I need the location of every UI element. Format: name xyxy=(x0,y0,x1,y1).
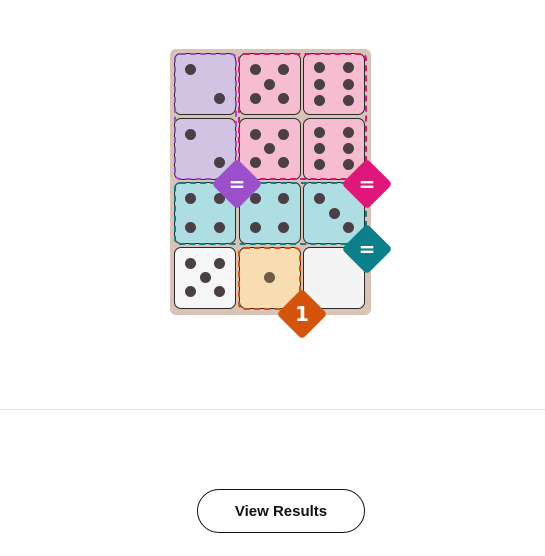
pip xyxy=(185,128,197,140)
board-cell[interactable] xyxy=(174,246,236,314)
section-divider xyxy=(0,409,545,410)
pip xyxy=(185,64,197,76)
pip xyxy=(278,128,290,140)
pip xyxy=(249,92,261,104)
pip xyxy=(185,257,197,269)
pip xyxy=(342,126,354,138)
pip xyxy=(278,193,290,205)
pip xyxy=(314,159,326,171)
pip xyxy=(185,286,197,298)
pip xyxy=(213,92,225,104)
pip xyxy=(185,221,197,233)
pip xyxy=(264,143,275,154)
pip xyxy=(314,143,326,154)
pip xyxy=(328,207,340,219)
pip xyxy=(314,94,326,106)
pip xyxy=(264,78,275,90)
pip xyxy=(278,157,290,169)
pip xyxy=(185,193,197,205)
pip xyxy=(249,221,261,233)
pip xyxy=(314,126,326,138)
pip xyxy=(342,78,354,90)
constraint-label: = xyxy=(228,172,246,196)
board-cell[interactable] xyxy=(238,53,301,120)
pip xyxy=(199,272,211,283)
board-cell[interactable] xyxy=(174,53,236,120)
pip xyxy=(342,62,354,74)
constraint-label: = xyxy=(358,172,376,196)
pip xyxy=(264,272,275,283)
pip xyxy=(342,143,354,154)
pip xyxy=(278,64,290,76)
pip xyxy=(314,193,326,205)
pip xyxy=(314,62,326,74)
pip xyxy=(249,128,261,140)
pip xyxy=(314,78,326,90)
pip xyxy=(342,94,354,106)
board-cell[interactable] xyxy=(303,53,365,120)
pip xyxy=(213,221,225,233)
view-results-button[interactable]: View Results xyxy=(197,489,365,533)
pip xyxy=(278,221,290,233)
pip xyxy=(213,257,225,269)
pip xyxy=(249,64,261,76)
constraint-label: = xyxy=(358,237,376,261)
pip xyxy=(213,286,225,298)
constraint-label: 1 xyxy=(295,302,309,326)
pip xyxy=(278,92,290,104)
